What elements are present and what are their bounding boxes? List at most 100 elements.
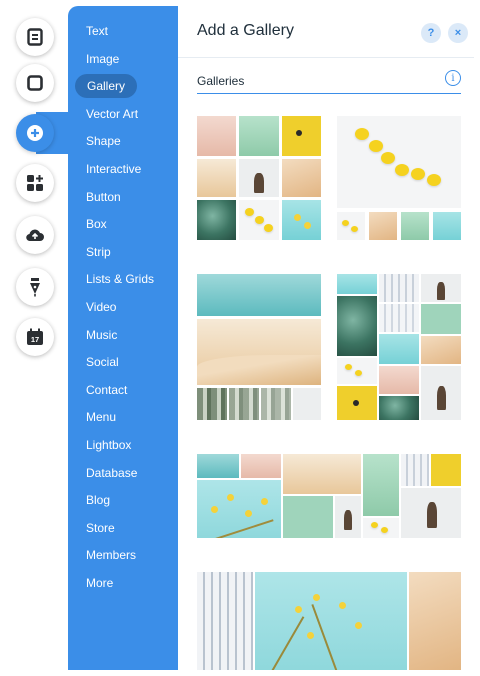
category-item[interactable]: Menu <box>68 404 178 432</box>
category-label: Interactive <box>86 161 142 176</box>
category-item[interactable]: Interactive <box>68 156 178 184</box>
gallery-photo <box>379 304 419 332</box>
category-label: More <box>86 575 114 590</box>
category-item[interactable]: Lists & Grids <box>68 266 178 294</box>
category-item[interactable]: Store <box>68 515 178 543</box>
help-icon: ? <box>427 27 435 39</box>
category-item[interactable]: Vector Art <box>68 101 178 129</box>
category-item[interactable]: More <box>68 570 178 598</box>
category-label: Lists & Grids <box>86 272 155 287</box>
gallery-thumbnail-collage[interactable] <box>197 116 321 240</box>
blog-button[interactable] <box>16 268 54 306</box>
category-label: Vector Art <box>86 106 139 121</box>
category-label: Contact <box>86 382 128 397</box>
gallery-photo <box>283 454 361 494</box>
gallery-photo <box>335 496 361 538</box>
gallery-photo <box>379 396 419 420</box>
panel-header: Add a Gallery ? × <box>178 6 474 58</box>
gallery-photo <box>337 116 461 208</box>
add-apps-icon <box>27 175 43 191</box>
gallery-photo <box>337 386 377 420</box>
category-label: Social <box>86 355 119 370</box>
tools-rail: 17 <box>0 0 76 676</box>
gallery-photo <box>409 572 461 670</box>
category-label: Store <box>86 520 115 535</box>
add-icon <box>27 125 43 141</box>
section-title: Galleries <box>197 74 245 88</box>
info-icon[interactable]: i <box>445 70 461 86</box>
category-item[interactable]: Strip <box>68 239 178 267</box>
category-item[interactable]: Database <box>68 460 178 488</box>
calendar-day: 17 <box>31 335 39 344</box>
gallery-photo <box>433 212 461 240</box>
gallery-photo <box>421 366 461 420</box>
add-button[interactable] <box>16 114 54 152</box>
panel-title: Add a Gallery <box>197 22 294 39</box>
gallery-photo <box>255 572 407 670</box>
category-label: Members <box>86 548 137 563</box>
category-label: Lightbox <box>86 437 132 452</box>
category-item[interactable]: Image <box>68 46 178 74</box>
category-item[interactable]: Social <box>68 349 178 377</box>
gallery-photo <box>197 572 253 670</box>
gallery-thumbnail-slideshow[interactable] <box>337 116 461 240</box>
gallery-photo <box>401 212 429 240</box>
category-item[interactable]: Members <box>68 542 178 570</box>
gallery-photo <box>401 488 461 538</box>
upload-button[interactable] <box>16 216 54 254</box>
category-item[interactable]: Button <box>68 184 178 212</box>
gallery-photo <box>337 296 377 356</box>
gallery-photo <box>363 454 399 516</box>
category-label: Image <box>86 51 120 66</box>
gallery-thumbnail-stacked[interactable] <box>197 274 321 420</box>
gallery-photo <box>197 319 321 385</box>
gallery-photo <box>363 518 399 538</box>
gallery-photo <box>421 304 461 334</box>
galleries-section-header: Galleries i <box>197 70 461 94</box>
calendar-icon: 17 <box>27 328 43 345</box>
category-item[interactable]: Text <box>68 18 178 46</box>
category-label: Gallery <box>75 74 138 99</box>
gallery-photo <box>197 480 281 538</box>
category-label: Text <box>86 24 109 38</box>
category-item[interactable]: Blog <box>68 487 178 515</box>
bookings-button[interactable]: 17 <box>16 318 54 356</box>
help-button[interactable]: ? <box>421 23 441 43</box>
gallery-thumbnail-strip[interactable] <box>197 454 461 538</box>
gallery-thumbnail-slider[interactable] <box>197 572 461 670</box>
gallery-photo <box>431 454 461 486</box>
gallery-photo <box>337 274 377 294</box>
category-item[interactable]: Music <box>68 322 178 350</box>
gallery-photo <box>261 388 291 420</box>
background-button[interactable] <box>16 64 54 102</box>
background-icon <box>27 75 43 91</box>
gallery-photo <box>282 200 321 240</box>
category-item[interactable]: Box <box>68 211 178 239</box>
gallery-photo <box>229 388 259 420</box>
gallery-photo <box>421 274 461 302</box>
category-label: Blog <box>86 493 111 508</box>
category-item[interactable]: Video <box>68 294 178 322</box>
add-apps-button[interactable] <box>16 164 54 202</box>
gallery-photo <box>239 116 279 156</box>
category-item[interactable]: Gallery <box>68 73 178 101</box>
category-item[interactable]: Lightbox <box>68 432 178 460</box>
gallery-photo <box>282 159 321 197</box>
gallery-photo <box>283 496 333 538</box>
upload-icon <box>26 229 44 242</box>
gallery-photo <box>421 336 461 364</box>
gallery-photo <box>241 454 281 478</box>
category-label: Box <box>86 217 107 232</box>
gallery-photo <box>282 116 321 156</box>
gallery-photo <box>337 358 377 384</box>
close-button[interactable]: × <box>448 23 468 43</box>
gallery-photo <box>337 212 365 240</box>
category-list: Text Image Gallery Vector Art Shape Interacti… <box>68 6 178 670</box>
gallery-photo <box>369 212 397 240</box>
category-item[interactable]: Contact <box>68 377 178 405</box>
gallery-photo <box>197 388 227 420</box>
category-item[interactable]: Shape <box>68 128 178 156</box>
gallery-thumbnail-mosaic[interactable] <box>337 274 461 420</box>
pages-button[interactable] <box>16 18 54 56</box>
category-label: Menu <box>86 410 117 425</box>
